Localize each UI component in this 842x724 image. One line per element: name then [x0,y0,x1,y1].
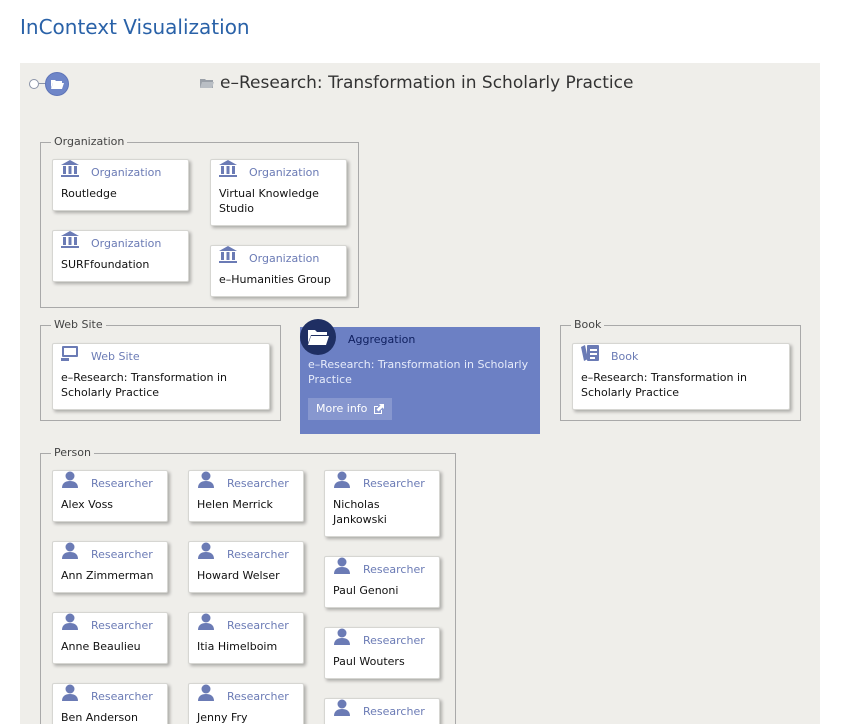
person-icon [195,682,217,704]
more-info-button[interactable]: More info [308,398,393,420]
card-book[interactable]: Book e–Research: Transformation in Schol… [572,343,790,410]
card-type: Web Site [91,350,140,363]
card-name: Howard Welser [197,569,280,582]
card-name: Ben Anderson [61,711,138,724]
card-name: e–Research: Transformation in Scholarly … [581,371,747,399]
building-icon [59,158,81,180]
card-researcher[interactable]: Researcher Paul Genoni [324,556,440,608]
card-type: Researcher [363,705,425,718]
person-icon [59,540,81,562]
card-researcher[interactable]: Researcher Jenny Fry [188,683,304,724]
card-researcher[interactable]: Researcher Howard Welser [188,541,304,593]
card-name: Paul Genoni [333,584,399,597]
folder-icon [200,78,214,88]
card-name: Ann Zimmerman [61,569,154,582]
card-researcher[interactable]: Researcher Anne Beaulieu [52,612,168,664]
person-icon [195,540,217,562]
card-website[interactable]: Web Site e–Research: Transformation in S… [52,343,270,410]
card-name: e–Research: Transformation in Scholarly … [61,371,227,399]
building-icon [217,244,239,266]
person-icon [331,626,353,648]
card-researcher[interactable]: Researcher Paul Wouters [324,627,440,679]
card-researcher[interactable]: Researcher [324,698,440,724]
aggregation-header: e–Research: Transformation in Scholarly … [200,73,633,93]
page-title: InContext Visualization [20,15,250,39]
person-icon [195,469,217,491]
card-name: e–Humanities Group [219,273,331,286]
card-type: Organization [91,166,162,179]
aggregation-title: e–Research: Transformation in Scholarly … [308,358,529,386]
card-type: Researcher [91,548,153,561]
card-name: Virtual Knowledge Studio [219,187,319,215]
group-label: Book [571,318,605,332]
aggregation-panel: Aggregation e–Research: Transformation i… [300,319,540,434]
card-type: Researcher [227,548,289,561]
card-organization-surf[interactable]: Organization SURFfoundation [52,230,189,282]
person-icon [195,611,217,633]
card-name: Jenny Fry [197,711,248,724]
person-icon [331,555,353,577]
card-type: Researcher [227,619,289,632]
card-type: Book [611,350,639,363]
card-name: Helen Merrick [197,498,273,511]
card-researcher[interactable]: Researcher Alex Voss [52,470,168,522]
group-label: Web Site [51,318,106,332]
building-icon [59,229,81,251]
card-type: Researcher [363,634,425,647]
card-type: Researcher [227,690,289,703]
card-type: Researcher [227,477,289,490]
book-icon [579,342,601,364]
visualization-canvas: e–Research: Transformation in Scholarly … [20,63,820,724]
aggregation-label: Aggregation [348,333,416,346]
card-organization-routledge[interactable]: Organization Routledge [52,159,189,211]
card-name: Itia Himelboim [197,640,278,653]
collapse-toggle[interactable] [29,72,69,96]
card-researcher[interactable]: Researcher Ben Anderson [52,683,168,724]
header-title: e–Research: Transformation in Scholarly … [220,73,634,93]
card-type: Researcher [363,477,425,490]
card-type: Organization [249,166,320,179]
card-researcher[interactable]: Researcher Ann Zimmerman [52,541,168,593]
card-name: Alex Voss [61,498,114,511]
folder-open-icon [300,319,336,355]
card-researcher[interactable]: Researcher Itia Himelboim [188,612,304,664]
card-type: Organization [249,252,320,265]
group-label: Person [51,446,94,460]
card-name: SURFfoundation [61,258,150,271]
card-type: Organization [91,237,162,250]
person-icon [59,682,81,704]
person-icon [59,611,81,633]
card-organization-vks[interactable]: Organization Virtual Knowledge Studio [210,159,347,226]
building-icon [217,158,239,180]
card-type: Researcher [91,619,153,632]
person-icon [331,697,353,719]
card-researcher[interactable]: Researcher Nicholas Jankowski [324,470,440,537]
person-icon [331,469,353,491]
external-link-icon [374,403,385,414]
card-name: Routledge [61,187,117,200]
card-name: Paul Wouters [333,655,405,668]
card-organization-ehumanities[interactable]: Organization e–Humanities Group [210,245,347,297]
card-researcher[interactable]: Researcher Helen Merrick [188,470,304,522]
person-icon [59,469,81,491]
ring-icon [29,79,39,89]
monitor-icon [59,342,81,364]
group-label: Organization [51,135,128,149]
folder-open-icon [45,72,69,96]
card-name: Anne Beaulieu [61,640,141,653]
card-type: Researcher [363,563,425,576]
card-type: Researcher [91,477,153,490]
card-name: Nicholas Jankowski [333,498,387,526]
more-info-label: More info [316,402,368,415]
card-type: Researcher [91,690,153,703]
